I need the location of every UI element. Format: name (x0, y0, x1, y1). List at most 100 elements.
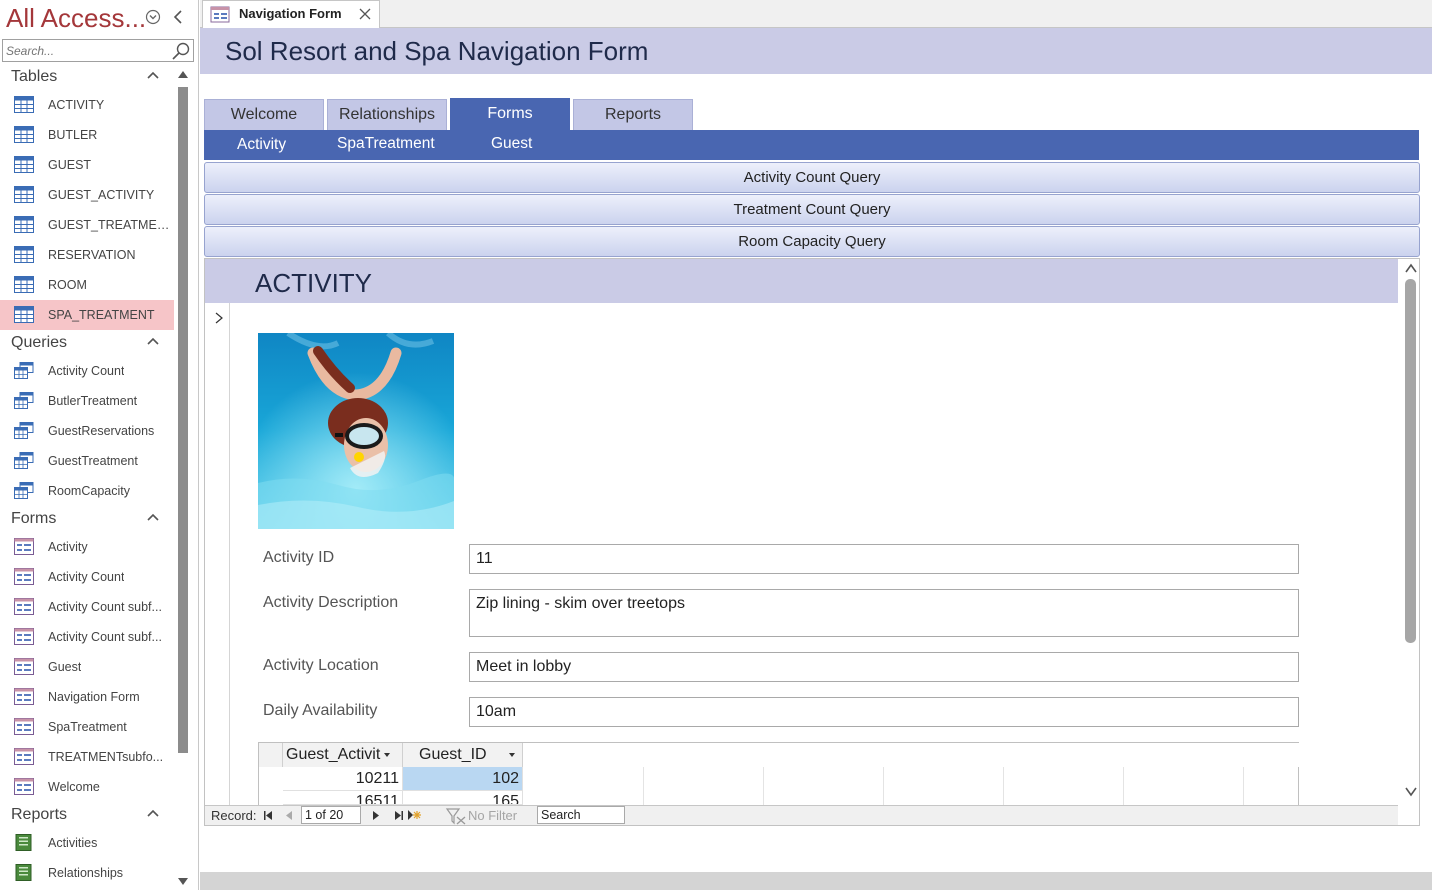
sidebar-item-form[interactable]: SpaTreatment (0, 712, 174, 742)
chevron-up-icon[interactable] (146, 808, 160, 818)
sidebar-item-query[interactable]: ButlerTreatment (0, 386, 174, 416)
filter-status[interactable]: No Filter (468, 808, 517, 823)
search-icon[interactable] (171, 41, 191, 61)
nav-search-input[interactable] (3, 40, 169, 61)
sidebar-item-form[interactable]: Activity Count subf... (0, 592, 174, 622)
status-area (200, 872, 1432, 890)
table-cell[interactable]: 165 (403, 791, 523, 805)
activity-description-field[interactable]: Zip lining - skim over treetops (469, 589, 1299, 637)
sidebar-item-report[interactable]: Activities (0, 828, 174, 858)
chevron-up-icon[interactable] (146, 512, 160, 522)
tab-relationships[interactable]: Relationships (327, 99, 447, 130)
record-navigation-bar: Record: No Filter (205, 805, 1398, 825)
room-capacity-query-button[interactable]: Room Capacity Query (204, 226, 1420, 257)
sidebar-item-form[interactable]: Activity Count subf... (0, 622, 174, 652)
tab-reports[interactable]: Reports (573, 99, 693, 130)
group-header-forms[interactable]: Forms (0, 506, 174, 532)
tab-forms[interactable]: Forms (450, 98, 570, 130)
chevron-up-icon[interactable] (146, 70, 160, 80)
column-header-label: Guest_Activit (286, 746, 381, 763)
first-record-icon[interactable] (263, 810, 273, 821)
sidebar-item-table[interactable]: BUTLER (0, 120, 174, 150)
record-search-input[interactable] (537, 806, 625, 824)
form-header: Sol Resort and Spa Navigation Form (200, 28, 1432, 74)
current-record-input[interactable] (301, 806, 361, 824)
new-record-icon[interactable] (407, 809, 421, 821)
tab-welcome[interactable]: Welcome (204, 99, 324, 130)
sidebar-item-table[interactable]: GUEST_TREATMENT (0, 210, 174, 240)
form-icon (210, 6, 230, 23)
nav-scrollbar[interactable] (174, 64, 192, 890)
sidebar-item-form[interactable]: Activity (0, 532, 174, 562)
last-record-icon[interactable] (394, 810, 404, 821)
table-cell[interactable]: 16511 (283, 791, 403, 805)
subtab-activity[interactable]: Activity (237, 136, 286, 154)
next-record-icon[interactable] (372, 810, 380, 821)
close-icon[interactable] (359, 8, 371, 20)
activity-subform: ACTIVITY Activity ID 11 Activity Descrip (204, 258, 1420, 826)
subform-scrollbar[interactable] (1402, 259, 1419, 805)
activity-count-query-button[interactable]: Activity Count Query (204, 162, 1420, 193)
query-icon (14, 482, 34, 499)
activity-description-label: Activity Description (263, 594, 399, 611)
chevron-up-icon[interactable] (146, 336, 160, 346)
record-selector[interactable] (205, 303, 230, 805)
sidebar-item-form[interactable]: Guest (0, 652, 174, 682)
sidebar-item-label: Activity Count (48, 570, 125, 584)
dropdown-arrow-icon[interactable] (384, 752, 391, 757)
tab-navigation-form[interactable]: Navigation Form (202, 0, 380, 28)
sidebar-item-table[interactable]: RESERVATION (0, 240, 174, 270)
sidebar-item-report[interactable]: Relationships (0, 858, 174, 888)
sidebar-item-table[interactable]: ROOM (0, 270, 174, 300)
guest-activity-datasheet: Guest_Activit Guest_ID 10211 102 16511 1… (258, 742, 1299, 813)
filter-off-icon[interactable] (445, 807, 467, 825)
group-header-reports[interactable]: Reports (0, 802, 174, 828)
table-icon (14, 246, 34, 263)
nav-scroll-thumb[interactable] (178, 87, 188, 753)
nav-search-box (2, 39, 194, 62)
nav-pane-title[interactable]: All Access... (6, 3, 146, 34)
scroll-down-icon[interactable] (1405, 787, 1417, 797)
sidebar-item-label: BUTLER (48, 128, 98, 142)
datasheet-select-all[interactable] (259, 743, 283, 767)
sidebar-item-label: GuestReservations (48, 424, 155, 438)
sidebar-item-label: ROOM (48, 278, 87, 292)
scroll-up-icon[interactable] (177, 69, 189, 79)
sidebar-item-table[interactable]: GUEST_ACTIVITY (0, 180, 174, 210)
column-header-guest-id[interactable]: Guest_ID (403, 743, 523, 767)
collapse-pane-icon[interactable] (172, 9, 184, 25)
sidebar-item-table[interactable]: SPA_TREATMENT (0, 300, 174, 330)
subtab-guest[interactable]: Guest (491, 135, 532, 153)
group-header-queries[interactable]: Queries (0, 330, 174, 356)
subform-scroll-thumb[interactable] (1405, 279, 1416, 643)
sidebar-item-form[interactable]: Activity Count (0, 562, 174, 592)
dropdown-arrow-icon[interactable] (508, 752, 515, 757)
group-header-tables[interactable]: Tables (0, 64, 174, 90)
form-icon (14, 538, 34, 555)
sidebar-item-form[interactable]: Navigation Form (0, 682, 174, 712)
nav-menu-dropdown-icon[interactable] (145, 9, 161, 25)
sidebar-item-query[interactable]: GuestTreatment (0, 446, 174, 476)
column-header-guest-activity[interactable]: Guest_Activit (283, 743, 403, 767)
sidebar-item-query[interactable]: RoomCapacity (0, 476, 174, 506)
activity-id-label: Activity ID (263, 549, 335, 566)
daily-availability-field[interactable]: 10am (469, 697, 1299, 727)
subtab-spatreatment[interactable]: SpaTreatment (337, 135, 435, 153)
datasheet-empty-header (523, 743, 1299, 767)
treatment-count-query-button[interactable]: Treatment Count Query (204, 194, 1420, 225)
sidebar-item-form[interactable]: Welcome (0, 772, 174, 802)
table-cell[interactable]: 102 (403, 767, 523, 791)
daily-availability-label: Daily Availability (263, 702, 378, 719)
sidebar-item-table[interactable]: GUEST (0, 150, 174, 180)
sidebar-item-query[interactable]: GuestReservations (0, 416, 174, 446)
scroll-down-icon[interactable] (177, 877, 189, 887)
sidebar-item-form[interactable]: TREATMENTsubfo... (0, 742, 174, 772)
sidebar-item-query[interactable]: Activity Count (0, 356, 174, 386)
activity-location-field[interactable]: Meet in lobby (469, 652, 1299, 682)
scroll-up-icon[interactable] (1405, 263, 1417, 273)
table-cell[interactable]: 10211 (283, 767, 403, 791)
previous-record-icon[interactable] (285, 810, 293, 821)
activity-id-field[interactable]: 11 (469, 544, 1299, 574)
group-label: Queries (11, 334, 68, 351)
sidebar-item-table[interactable]: ACTIVITY (0, 90, 174, 120)
